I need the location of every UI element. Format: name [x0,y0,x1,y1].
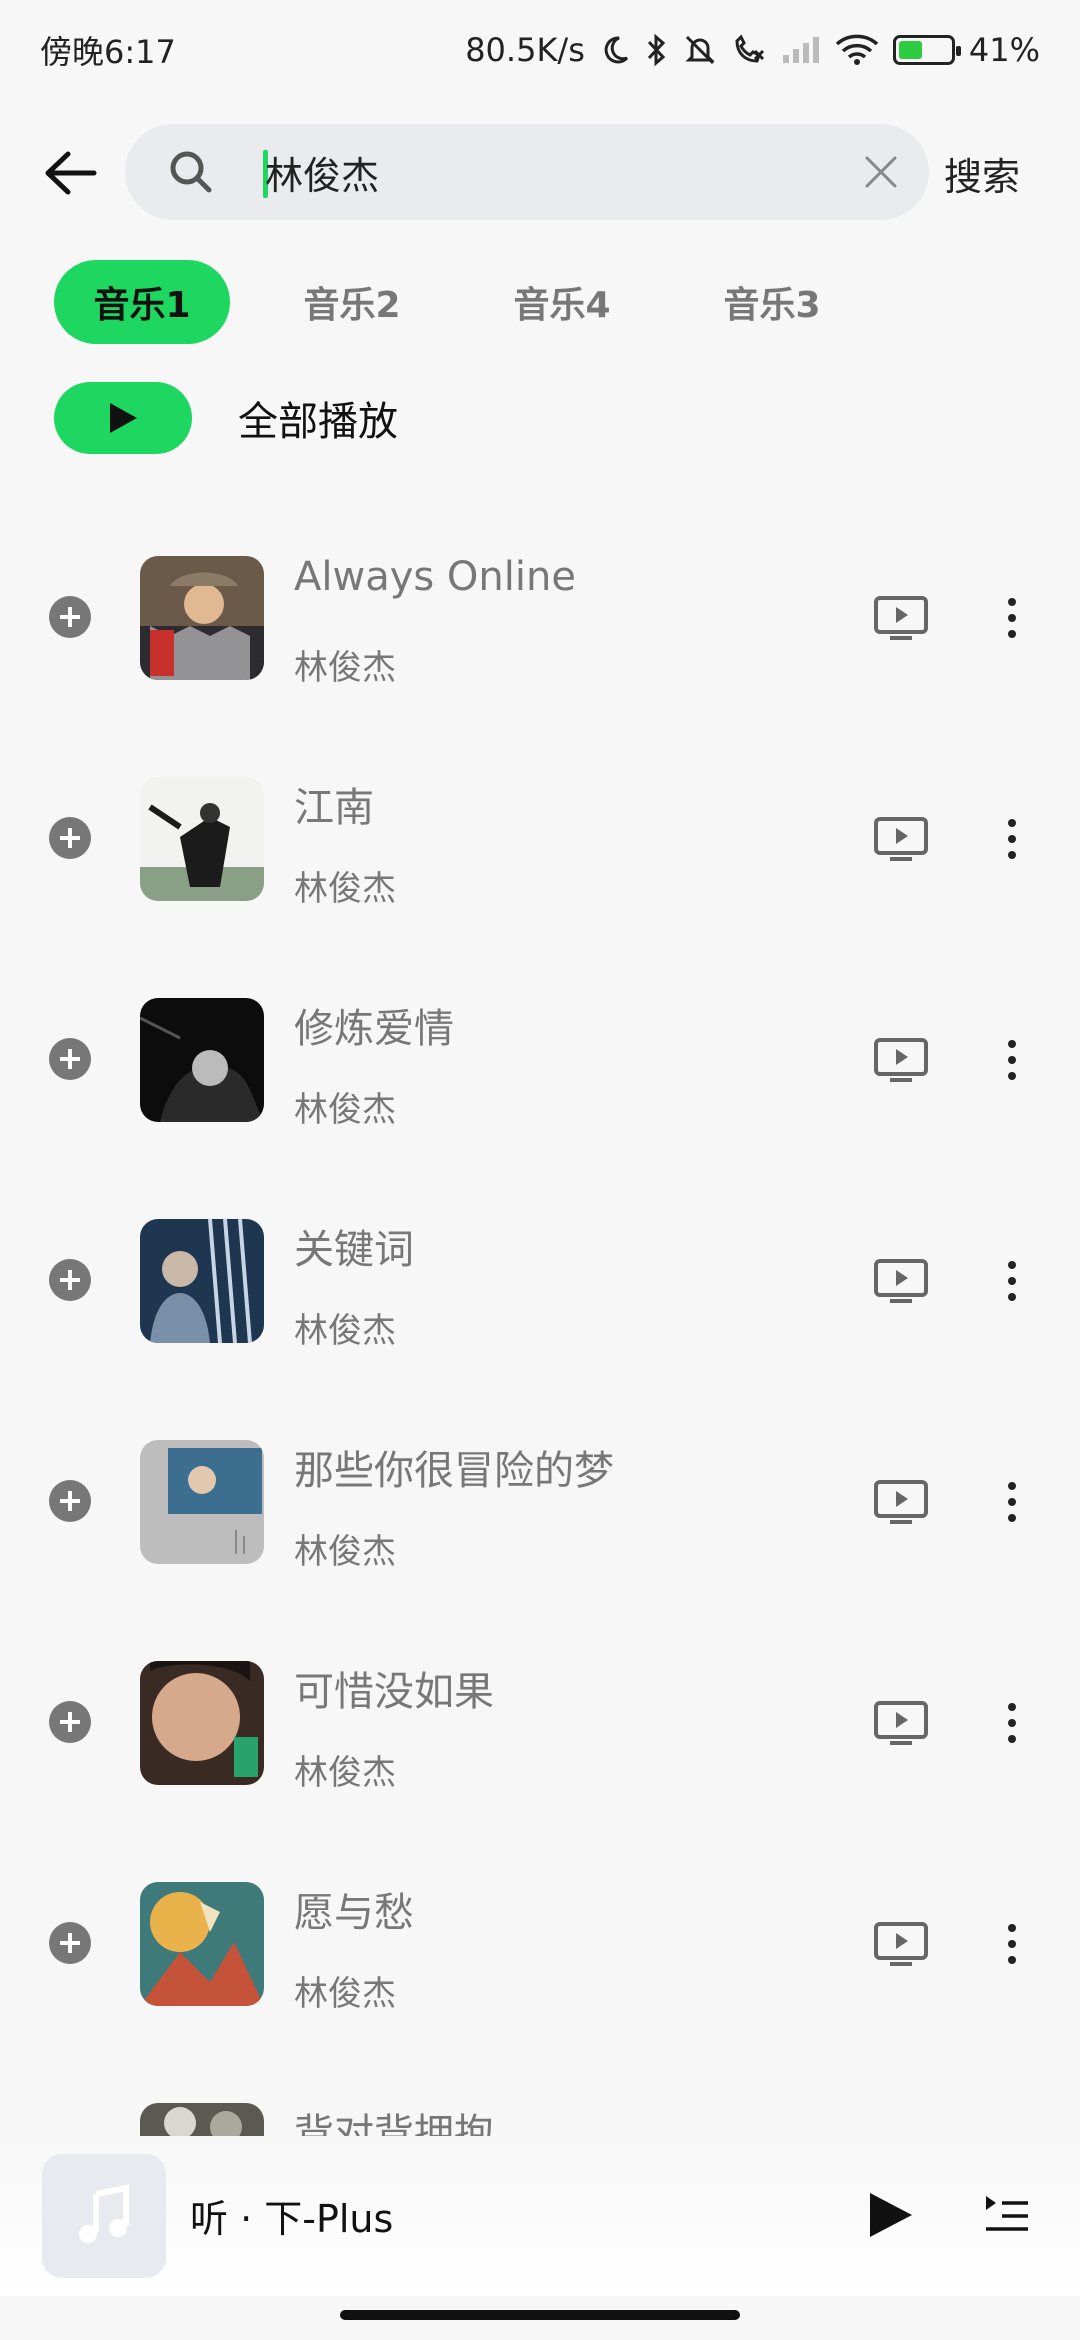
play-all-label: 全部播放 [238,399,398,445]
album-cover [140,1440,264,1564]
song-item[interactable]: 愿与愁 林俊杰 [0,1874,1080,2095]
album-cover [140,1219,264,1343]
add-to-playlist-icon[interactable] [48,816,92,860]
status-time: 傍晚6:17 [40,33,176,71]
add-to-playlist-icon[interactable] [48,1258,92,1302]
song-item[interactable]: 可惜没如果 林俊杰 [0,1653,1080,1874]
mini-player[interactable]: 听 · 下-Plus [0,2136,1080,2296]
more-icon[interactable] [1000,815,1024,863]
mv-icon[interactable] [874,1038,928,1082]
search-input[interactable] [265,142,805,202]
search-icon [170,151,212,193]
add-to-playlist-icon[interactable] [48,1479,92,1523]
add-to-playlist-icon[interactable] [48,1700,92,1744]
home-indicator[interactable] [340,2310,740,2320]
search-header: 搜索 [0,122,1080,222]
add-to-playlist-icon[interactable] [48,1037,92,1081]
song-title: 愿与愁 [294,1890,414,1936]
song-artist: 林俊杰 [294,869,396,909]
song-title: 可惜没如果 [294,1669,494,1715]
album-cover [140,1882,264,2006]
add-to-playlist-icon[interactable] [48,595,92,639]
song-title: Always Online [294,554,576,600]
song-title: 修炼爱情 [294,1006,454,1052]
song-list: Always Online 林俊杰 江南 林俊杰 修炼爱情 林俊杰 关键词 林俊… [0,548,1080,2316]
wifi-icon [835,34,879,66]
tab-music-2[interactable]: 音乐2 [264,260,440,344]
battery-icon [892,35,961,65]
clear-icon[interactable] [861,152,901,192]
song-item[interactable]: 关键词 林俊杰 [0,1211,1080,1432]
song-item[interactable]: 修炼爱情 林俊杰 [0,990,1080,1211]
play-all-row[interactable]: 全部播放 [54,382,398,454]
add-to-playlist-icon[interactable] [48,1921,92,1965]
tab-music-4[interactable]: 音乐4 [474,260,650,344]
battery-fill [898,41,922,59]
play-pause-icon[interactable] [866,2190,914,2240]
bluetooth-icon [645,33,669,67]
play-icon [110,403,137,433]
tab-music-3[interactable]: 音乐3 [684,260,860,344]
song-item[interactable]: Always Online 林俊杰 [0,548,1080,769]
song-item[interactable]: 江南 林俊杰 [0,769,1080,990]
tab-music-1[interactable]: 音乐1 [54,260,230,344]
album-cover [140,1661,264,1785]
mv-icon[interactable] [874,817,928,861]
signal-icon [781,35,821,65]
mini-player-title: 听 · 下-Plus [190,2197,394,2241]
page: 傍晚6:17 80.5K/s 41% 林俊杰 搜索 音乐1 音乐2 音乐4 音乐… [0,0,1080,2340]
song-item[interactable]: 那些你很冒险的梦 林俊杰 [0,1432,1080,1653]
no-call-icon [731,33,767,67]
status-bar: 傍晚6:17 80.5K/s 41% [0,0,1080,100]
song-artist: 林俊杰 [294,1753,396,1793]
mute-icon [683,33,717,67]
play-all-button[interactable] [54,382,192,454]
status-icons: 80.5K/s 41% [465,31,1040,69]
song-artist: 林俊杰 [294,1532,396,1572]
song-artist: 林俊杰 [294,1311,396,1351]
mv-icon[interactable] [874,596,928,640]
network-speed: 80.5K/s [465,31,585,69]
mv-icon[interactable] [874,1480,928,1524]
song-title: 那些你很冒险的梦 [294,1448,614,1494]
search-button[interactable]: 搜索 [944,146,1020,201]
music-note-icon [79,2184,129,2243]
song-artist: 林俊杰 [294,1090,396,1130]
back-button[interactable] [40,148,100,198]
mv-icon[interactable] [874,1922,928,1966]
song-title: 关键词 [294,1227,414,1273]
more-icon[interactable] [1000,594,1024,642]
mv-icon[interactable] [874,1259,928,1303]
more-icon[interactable] [1000,1699,1024,1747]
moon-icon [599,34,631,66]
back-arrow-icon [45,151,97,195]
more-icon[interactable] [1000,1478,1024,1526]
more-icon[interactable] [1000,1036,1024,1084]
source-tabs: 音乐1 音乐2 音乐4 音乐3 [54,260,894,344]
more-icon[interactable] [1000,1920,1024,1968]
battery-percent: 41% [968,31,1040,69]
song-title: 江南 [294,785,374,831]
album-cover [140,777,264,901]
more-icon[interactable] [1000,1257,1024,1305]
album-cover [140,998,264,1122]
search-box[interactable] [125,124,929,220]
playlist-queue-icon[interactable] [982,2192,1030,2238]
mv-icon[interactable] [874,1701,928,1745]
song-artist: 林俊杰 [294,1974,396,2014]
album-cover [140,556,264,680]
song-artist: 林俊杰 [294,648,396,688]
mini-player-cover[interactable] [42,2154,166,2278]
